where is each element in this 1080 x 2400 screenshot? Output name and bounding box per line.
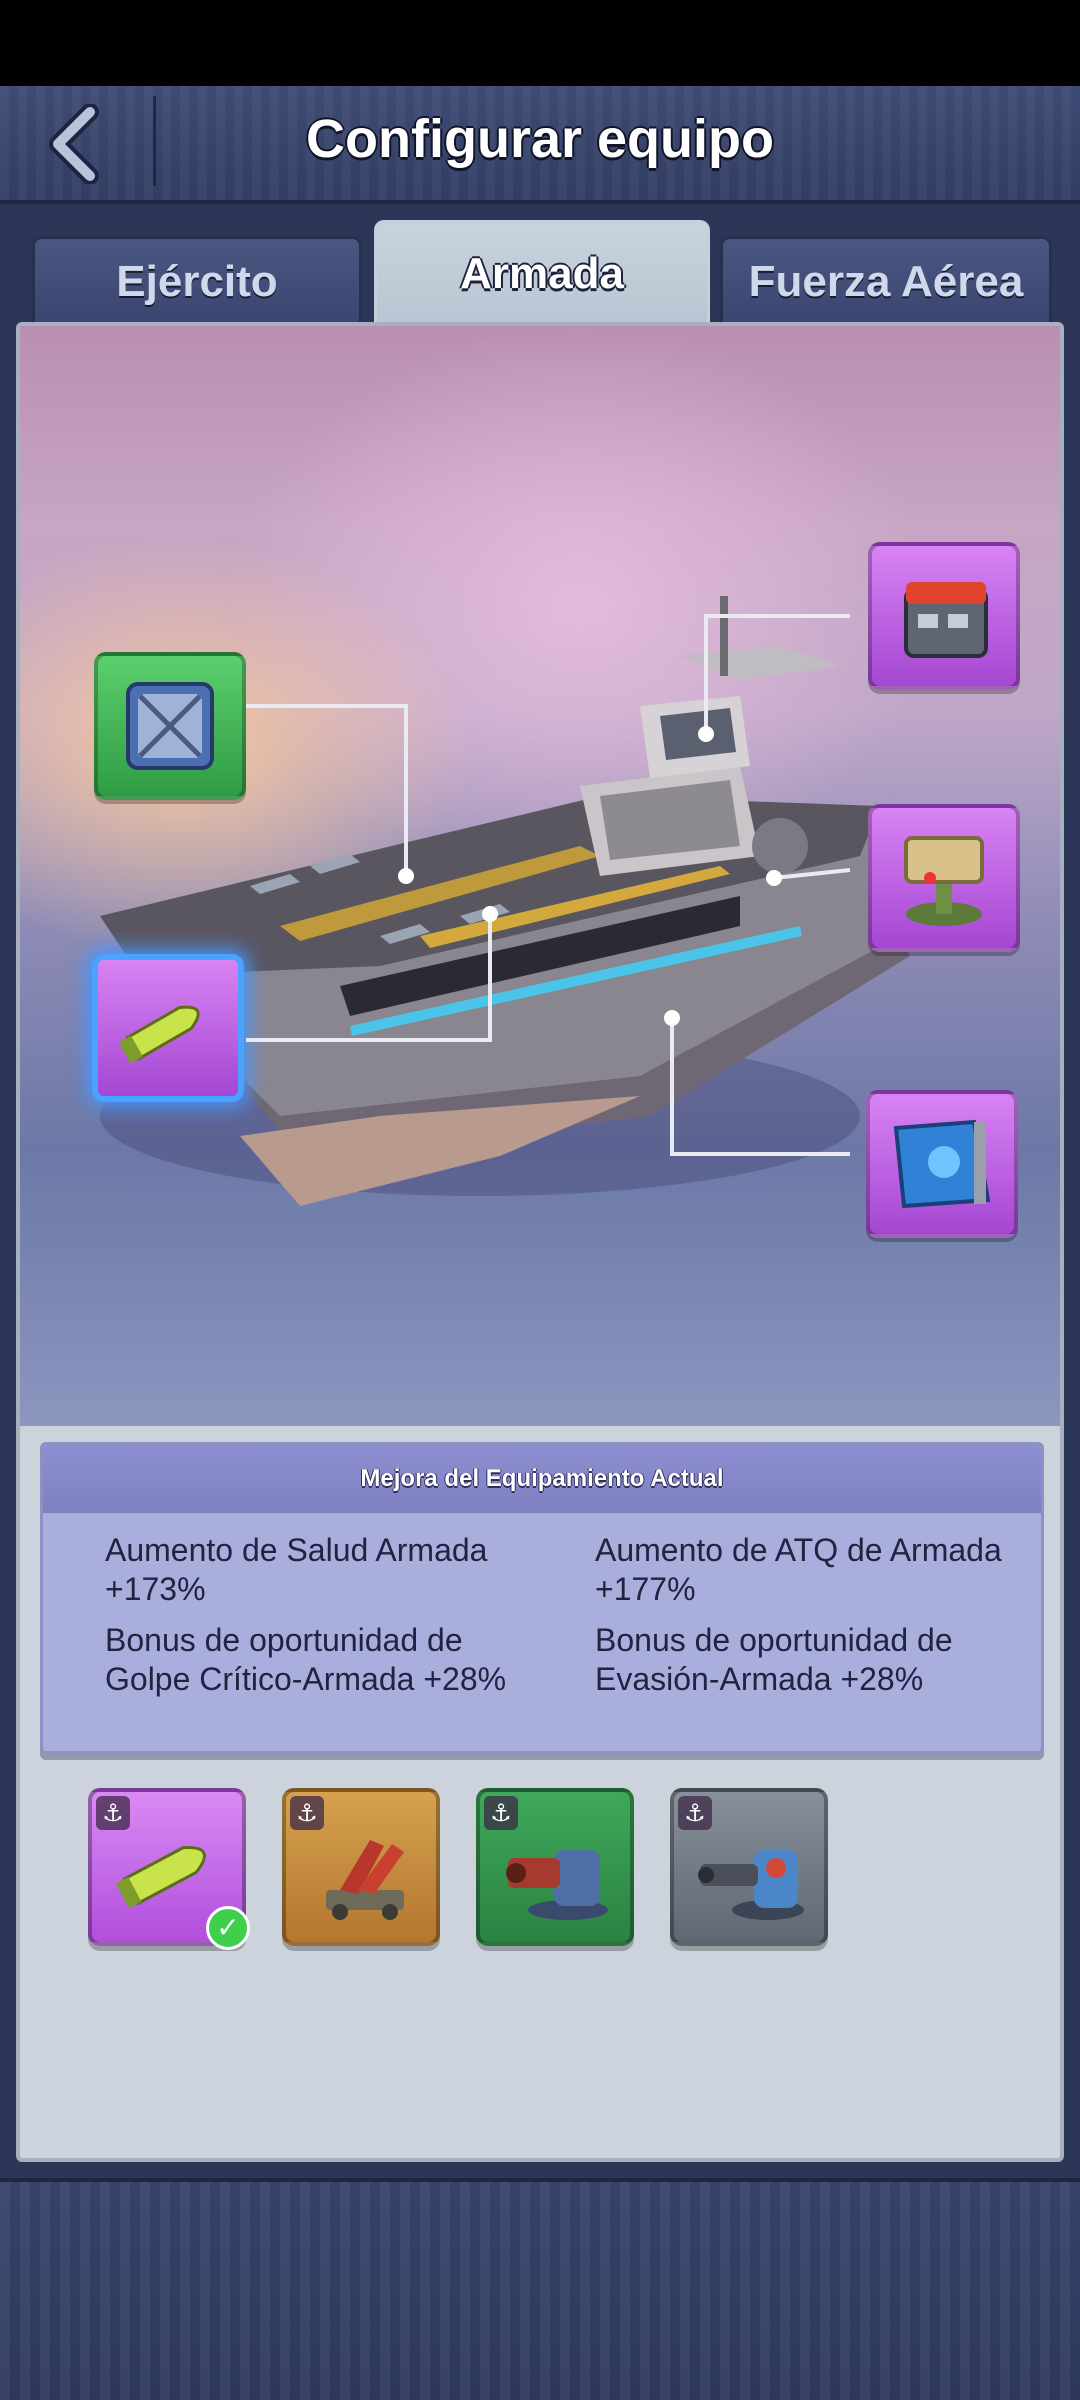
slot-shell[interactable] [92,954,244,1102]
bottom-bar [0,2178,1080,2400]
armor-plate-icon [126,682,214,770]
status-bar [0,0,1080,86]
tab-bar: Ejército Armada Fuerza Aérea [0,220,1080,324]
blueprint-map-icon [893,1119,991,1209]
inventory-item-shell[interactable]: ⚓ ✓ [88,1788,250,1950]
slot-armor[interactable] [94,652,246,800]
slot-radar-dish[interactable] [868,804,1020,952]
shell-icon [118,1005,200,1064]
gatling-turret-icon [506,1850,608,1920]
equipment-inventory: ⚓ ✓ ⚓ ⚓ ⚓ [68,1788,1028,1958]
tab-armada[interactable]: Armada [374,220,710,324]
inventory-item-cannon-turret[interactable]: ⚓ [670,1788,828,1946]
inventory-item-missile-launcher[interactable]: ⚓ [282,1788,440,1946]
stat-navy-attack: Aumento de ATQ de Armada +177% [595,1532,1002,1607]
slot-radar-box[interactable] [868,542,1020,690]
upgrade-stats-box: Mejora del Equipamiento Actual Aumento d… [40,1442,1044,1754]
page-title: Configurar equipo [306,109,774,169]
inventory-item-gatling-turret[interactable]: ⚓ [476,1788,634,1946]
stat-navy-crit: Bonus de oportunidad de Golpe Crítico-Ar… [105,1622,507,1697]
tab-ejercito[interactable]: Ejército [32,236,362,324]
equipment-panel: Mejora del Equipamiento Actual Aumento d… [16,322,1064,2162]
stat-navy-evasion: Bonus de oportunidad de Evasión-Armada +… [595,1622,953,1697]
slot-blueprint[interactable] [866,1090,1018,1238]
missile-launcher-icon [326,1840,404,1920]
stats-header: Mejora del Equipamiento Actual [43,1445,1041,1513]
radar-dish-icon [904,836,984,926]
cannon-turret-icon [698,1850,804,1920]
radar-box-icon [904,582,988,658]
tab-fuerza-aerea[interactable]: Fuerza Aérea [720,236,1052,324]
header-bar: Configurar equipo [0,86,1080,204]
equipped-check-icon: ✓ [206,1906,250,1950]
stat-navy-health: Aumento de Salud Armada +173% [105,1532,488,1607]
